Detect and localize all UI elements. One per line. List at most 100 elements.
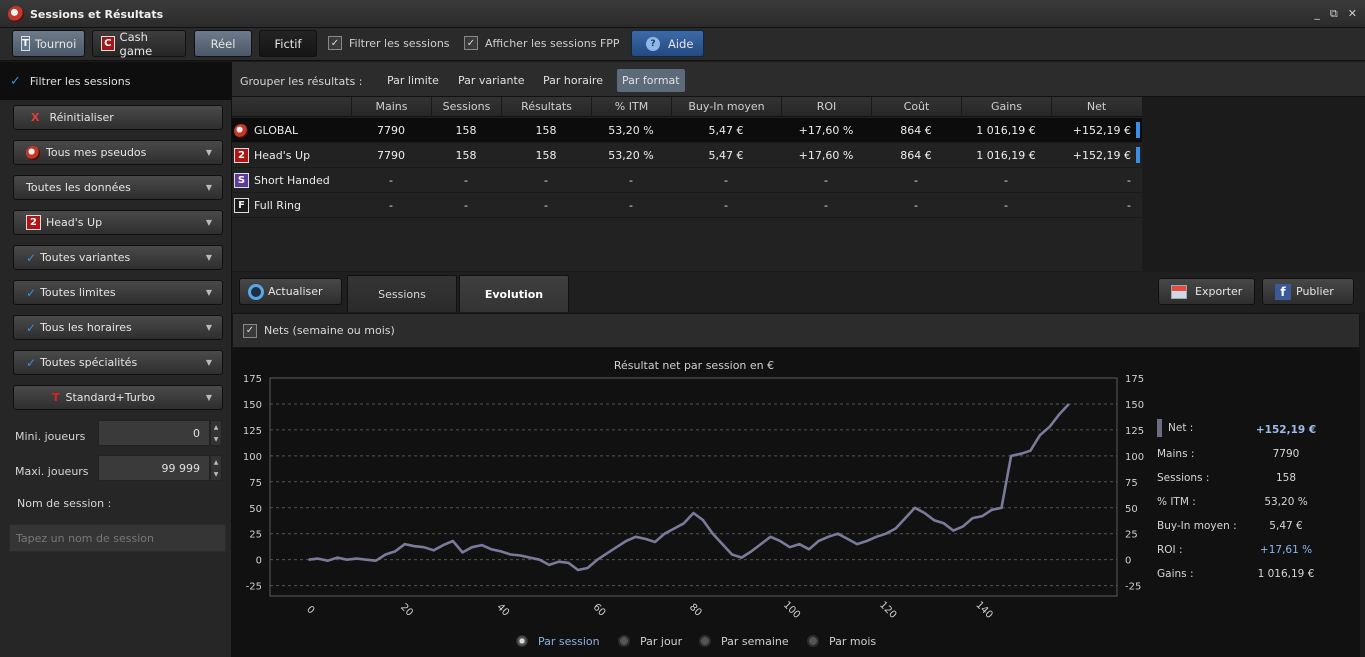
- check-icon: ✓: [464, 36, 478, 50]
- col-roi[interactable]: ROI: [781, 97, 871, 117]
- cell: 53,20 %: [608, 149, 654, 162]
- spin-up-icon[interactable]: ▲: [214, 424, 219, 431]
- maxi-joueurs-input[interactable]: 99 999: [98, 455, 210, 481]
- spin-down-icon[interactable]: ▼: [214, 436, 219, 443]
- cell: -: [724, 174, 728, 187]
- spin-down-icon[interactable]: ▼: [214, 471, 219, 478]
- y-tick-label-right: 25: [1125, 530, 1138, 541]
- poker-chip-icon: [234, 123, 248, 138]
- net-bar: [1136, 122, 1140, 138]
- x-tick-label: 20: [398, 602, 415, 619]
- group-by-hour-button[interactable]: Par horaire: [538, 69, 608, 92]
- headsup-dropdown[interactable]: 2 Head's Up ▼: [13, 210, 223, 235]
- tabs-bar: Actualiser Sessions Evolution Exporter f…: [232, 272, 1365, 312]
- short-handed-badge-icon: S: [234, 173, 249, 188]
- col-cout[interactable]: Coût: [871, 97, 961, 117]
- row-name: 2 Head's Up: [232, 143, 310, 168]
- export-button[interactable]: Exporter: [1158, 278, 1255, 305]
- col-gains[interactable]: Gains: [961, 97, 1051, 117]
- nets-toggle[interactable]: ✓ Nets (semaine ou mois): [232, 313, 1360, 348]
- group-by-format-button[interactable]: Par format: [617, 69, 685, 92]
- check-icon: ✓: [26, 250, 37, 265]
- y-tick-label: 25: [249, 530, 262, 541]
- variantes-dropdown[interactable]: ✓ Toutes variantes ▼: [13, 245, 223, 270]
- top-toolbar: T Tournoi C Cash game Réel Fictif ✓ Filt…: [0, 28, 1365, 61]
- legend-key-text: Net :: [1168, 422, 1194, 434]
- mini-joueurs-label: Mini. joueurs: [15, 430, 86, 443]
- radio-par-session[interactable]: Par session: [515, 634, 600, 648]
- specialites-dropdown[interactable]: ✓ Toutes spécialités ▼: [13, 350, 223, 375]
- spin-up-icon[interactable]: ▲: [214, 459, 219, 466]
- col-resultats[interactable]: Résultats: [501, 97, 591, 117]
- x-tick-label: 0: [304, 604, 316, 616]
- publish-button[interactable]: f Publier: [1262, 278, 1354, 305]
- col-net[interactable]: Net: [1051, 97, 1141, 117]
- minimize-icon[interactable]: _: [1314, 7, 1320, 21]
- fictif-button[interactable]: Fictif: [259, 30, 317, 57]
- table-row[interactable]: GLOBAL 7790 158 158 53,20 % 5,47 € +17,6…: [232, 118, 1142, 143]
- net-series-line: [308, 403, 1070, 572]
- session-name-input[interactable]: Tapez un nom de session: [9, 524, 226, 552]
- y-tick-label-right: 175: [1125, 374, 1144, 385]
- radio-par-semaine[interactable]: Par semaine: [698, 634, 789, 648]
- legend-row: Gains : 1 016,19 €: [1157, 568, 1342, 584]
- row-label: Head's Up: [254, 149, 311, 162]
- col-mains[interactable]: Mains: [351, 97, 431, 117]
- cell: 1 016,19 €: [976, 124, 1036, 137]
- tab-evolution[interactable]: Evolution: [459, 275, 569, 312]
- facebook-icon: f: [1275, 283, 1291, 300]
- check-icon: ✓: [26, 320, 37, 335]
- variantes-label: Toutes variantes: [40, 251, 131, 264]
- pseudos-dropdown[interactable]: Tous mes pseudos ▼: [13, 140, 223, 165]
- refresh-button[interactable]: Actualiser: [239, 278, 342, 305]
- donnees-label: Toutes les données: [26, 181, 131, 194]
- horaires-dropdown[interactable]: ✓ Tous les horaires ▼: [13, 315, 223, 340]
- col-itm[interactable]: % ITM: [591, 97, 671, 117]
- radio-par-mois[interactable]: Par mois: [806, 634, 876, 648]
- table-row[interactable]: S Short Handed - - - - - - - - -: [232, 168, 1142, 193]
- maxi-joueurs-spinner[interactable]: ▲ ▼: [210, 455, 222, 481]
- legend-key: Gains :: [1157, 568, 1194, 580]
- fpp-checkbox[interactable]: ✓ Afficher les sessions FPP: [464, 36, 620, 50]
- cell: -: [629, 174, 633, 187]
- restore-icon[interactable]: ⧉: [1330, 7, 1338, 21]
- row-name: S Short Handed: [232, 168, 330, 193]
- speed-label: Standard+Turbo: [65, 391, 156, 404]
- x-tick-label: 40: [494, 602, 511, 619]
- legend-value: +17,61 %: [1259, 544, 1313, 556]
- table-row[interactable]: 2 Head's Up 7790 158 158 53,20 % 5,47 € +…: [232, 143, 1142, 168]
- y-tick-label: 125: [243, 426, 262, 437]
- group-by-variant-button[interactable]: Par variante: [453, 69, 530, 92]
- reset-button[interactable]: X Réinitialiser: [13, 105, 223, 130]
- nets-label: Nets (semaine ou mois): [264, 324, 395, 337]
- legend-key: Net :: [1157, 419, 1193, 437]
- cell: -: [724, 199, 728, 212]
- limites-dropdown[interactable]: ✓ Toutes limites ▼: [13, 280, 223, 305]
- col-sessions[interactable]: Sessions: [431, 97, 501, 117]
- radio-par-jour[interactable]: Par jour: [617, 634, 682, 648]
- cell: +17,60 %: [798, 149, 854, 162]
- net-bar: [1136, 147, 1140, 163]
- speed-dropdown[interactable]: T Standard+Turbo ▼: [13, 385, 223, 410]
- mini-joueurs-spinner[interactable]: ▲ ▼: [210, 420, 222, 446]
- tab-sessions[interactable]: Sessions: [347, 275, 457, 312]
- reel-button[interactable]: Réel: [194, 30, 252, 57]
- help-icon: ?: [646, 36, 660, 51]
- filter-sessions-checkbox[interactable]: ✓ Filtrer les sessions: [328, 36, 450, 50]
- table-row[interactable]: F Full Ring - - - - - - - - -: [232, 193, 1142, 218]
- tournoi-button[interactable]: T Tournoi: [12, 30, 85, 57]
- help-button[interactable]: ? Aide: [631, 30, 704, 57]
- group-by-limit-button[interactable]: Par limite: [382, 69, 444, 92]
- cash-badge-icon: C: [101, 36, 115, 51]
- cell: +17,60 %: [798, 124, 854, 137]
- row-label: Short Handed: [254, 174, 330, 187]
- donnees-dropdown[interactable]: Toutes les données ▼: [13, 175, 223, 200]
- radio-label: Par session: [538, 634, 600, 648]
- close-icon[interactable]: ✕: [1348, 7, 1357, 21]
- y-tick-label-right: 50: [1125, 504, 1138, 515]
- cash-game-button[interactable]: C Cash game: [92, 30, 186, 58]
- mini-joueurs-input[interactable]: 0: [98, 420, 210, 446]
- col-buyin[interactable]: Buy-In moyen: [671, 97, 781, 117]
- cell: 158: [535, 124, 557, 137]
- maxi-joueurs-label: Maxi. joueurs: [15, 465, 89, 478]
